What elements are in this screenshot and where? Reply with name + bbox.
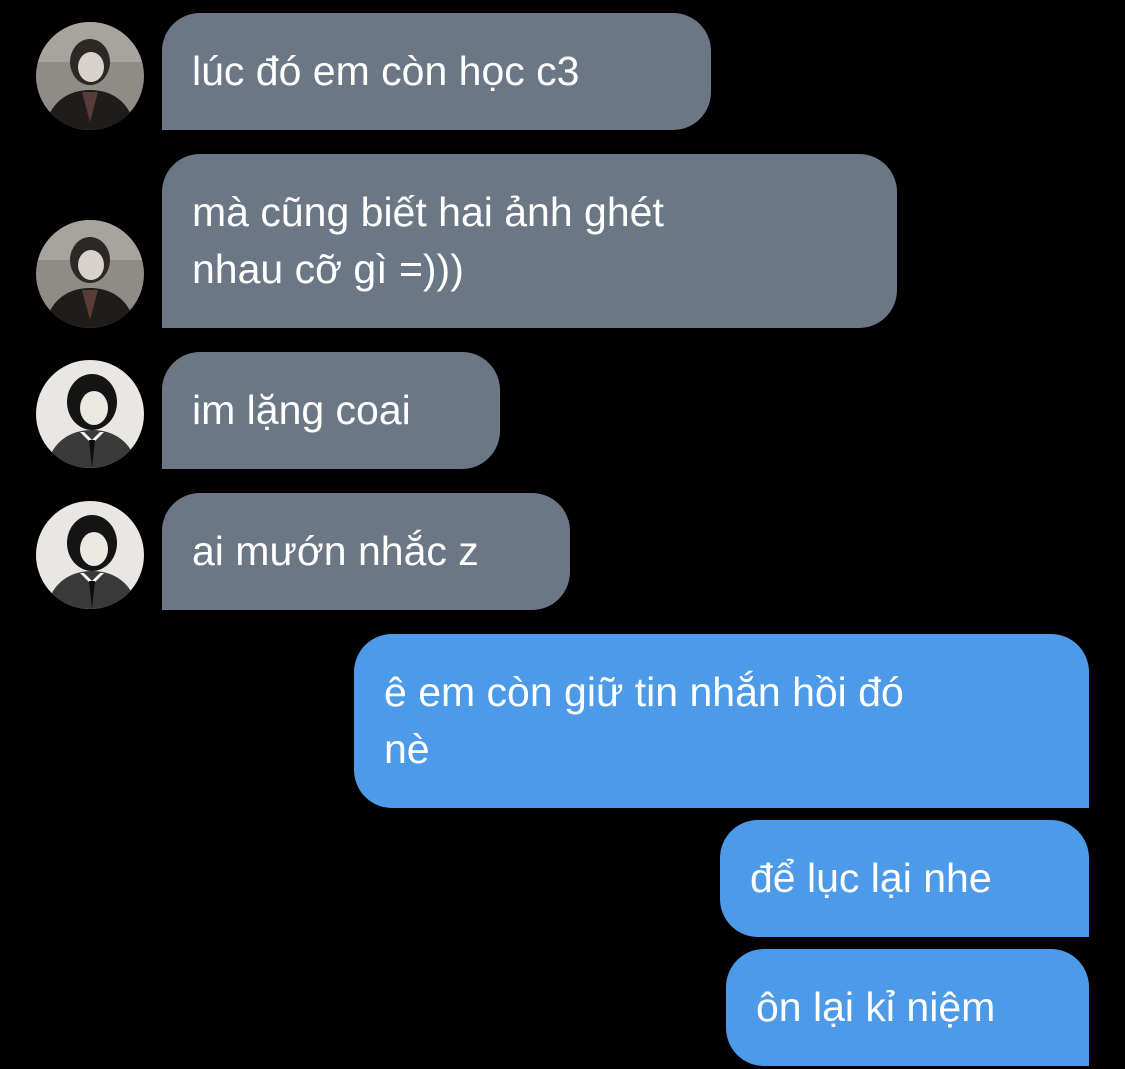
message-text: mà cũng biết hai ảnh ghét nhau cỡ gì =))… <box>192 189 664 292</box>
message-text: ai mướn nhắc z <box>192 528 479 574</box>
message-bubble-incoming[interactable]: lúc đó em còn học c3 <box>162 13 711 130</box>
message-bubble-outgoing[interactable]: ê em còn giữ tin nhắn hồi đó nè <box>354 634 1089 808</box>
message-bubble-incoming[interactable]: mà cũng biết hai ảnh ghét nhau cỡ gì =))… <box>162 154 897 328</box>
message-text: im lặng coai <box>192 387 411 433</box>
avatar-contact-b[interactable] <box>36 501 144 609</box>
message-text: ê em còn giữ tin nhắn hồi đó nè <box>384 669 904 772</box>
message-text: ôn lại kỉ niệm <box>756 984 996 1030</box>
avatar-contact-a[interactable] <box>36 220 144 328</box>
message-text: lúc đó em còn học c3 <box>192 48 580 94</box>
message-bubble-incoming[interactable]: ai mướn nhắc z <box>162 493 570 610</box>
message-bubble-incoming[interactable]: im lặng coai <box>162 352 500 469</box>
message-text: để lục lại nhe <box>750 855 992 901</box>
avatar-contact-b[interactable] <box>36 360 144 468</box>
message-bubble-outgoing[interactable]: để lục lại nhe <box>720 820 1089 937</box>
avatar-contact-a[interactable] <box>36 22 144 130</box>
message-bubble-outgoing[interactable]: ôn lại kỉ niệm <box>726 949 1089 1066</box>
